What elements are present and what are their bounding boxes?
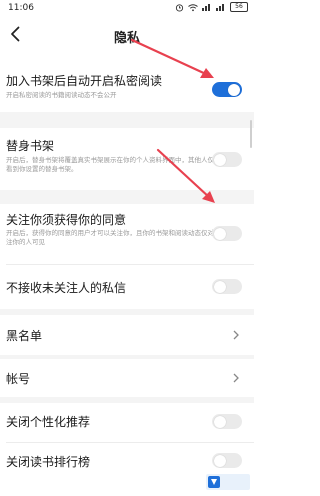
blacklist-title: 黑名单: [6, 329, 43, 343]
substitute-shelf-title: 替身书架: [6, 139, 55, 153]
status-bar: 11:06 56: [0, 0, 254, 18]
follow-consent-row[interactable]: 关注你须获得你的同意 开启后，获得你的同意的用户才可以关注你，且你的书架和阅读动…: [0, 204, 254, 262]
auto-private-toggle[interactable]: [212, 82, 242, 97]
alarm-icon: [175, 3, 184, 12]
ranking-title: 关闭读书排行榜: [6, 455, 91, 469]
auto-private-desc: 开启私密阅读的书籍阅读动态不会公开: [6, 91, 117, 99]
account-title: 帐号: [6, 372, 31, 386]
signal-icon: [202, 4, 210, 11]
section-gap: [0, 112, 254, 128]
auto-private-row[interactable]: 加入书架后自动开启私密阅读 开启私密阅读的书籍阅读动态不会公开: [0, 60, 254, 110]
substitute-shelf-desc: 开启后，替身书架将覆盖真实书架展示在你的个人资料界面中，其他人仅能看到你设置的替…: [6, 156, 221, 173]
toggle-knob: [214, 280, 226, 293]
signal-icon-2: [216, 4, 224, 11]
status-icons: 56: [175, 2, 248, 12]
toggle-knob: [214, 153, 226, 166]
blacklist-row[interactable]: 黑名单: [0, 315, 254, 355]
follow-consent-toggle[interactable]: [212, 226, 242, 241]
account-row[interactable]: 帐号: [0, 359, 254, 397]
substitute-shelf-row[interactable]: 替身书架 开启后，替身书架将覆盖真实书架展示在你的个人资料界面中，其他人仅能看到…: [0, 128, 254, 188]
toggle-knob: [214, 227, 226, 240]
battery-icon: 56: [230, 2, 248, 12]
scrollbar-thumb[interactable]: [250, 120, 252, 148]
personalized-row[interactable]: 关闭个性化推荐: [0, 403, 254, 441]
personalized-title: 关闭个性化推荐: [6, 415, 91, 429]
wifi-icon: [188, 3, 198, 11]
follow-consent-title: 关注你须获得你的同意: [6, 213, 127, 227]
status-time: 11:06: [8, 3, 34, 13]
ranking-toggle[interactable]: [212, 453, 242, 468]
toggle-knob: [228, 83, 240, 96]
personalized-toggle[interactable]: [212, 414, 242, 429]
site-watermark: [206, 474, 250, 490]
chevron-right-icon: [233, 330, 239, 340]
block-messages-toggle[interactable]: [212, 279, 242, 294]
block-messages-title: 不接收未关注人的私信: [6, 281, 127, 295]
block-messages-row[interactable]: 不接收未关注人的私信: [0, 265, 254, 309]
page-title: 隐私: [113, 31, 140, 46]
nav-bar: 隐私: [0, 18, 254, 52]
section-gap: [0, 190, 254, 204]
chevron-right-icon: [233, 373, 239, 383]
substitute-shelf-toggle[interactable]: [212, 152, 242, 167]
watermark-logo-icon: [208, 476, 220, 488]
toggle-knob: [214, 415, 226, 428]
follow-consent-desc: 开启后，获得你的同意的用户才可以关注你，且你的书架和阅读动态仅对关注你的人可见: [6, 229, 221, 246]
toggle-knob: [214, 454, 226, 467]
auto-private-title: 加入书架后自动开启私密阅读: [6, 74, 163, 88]
